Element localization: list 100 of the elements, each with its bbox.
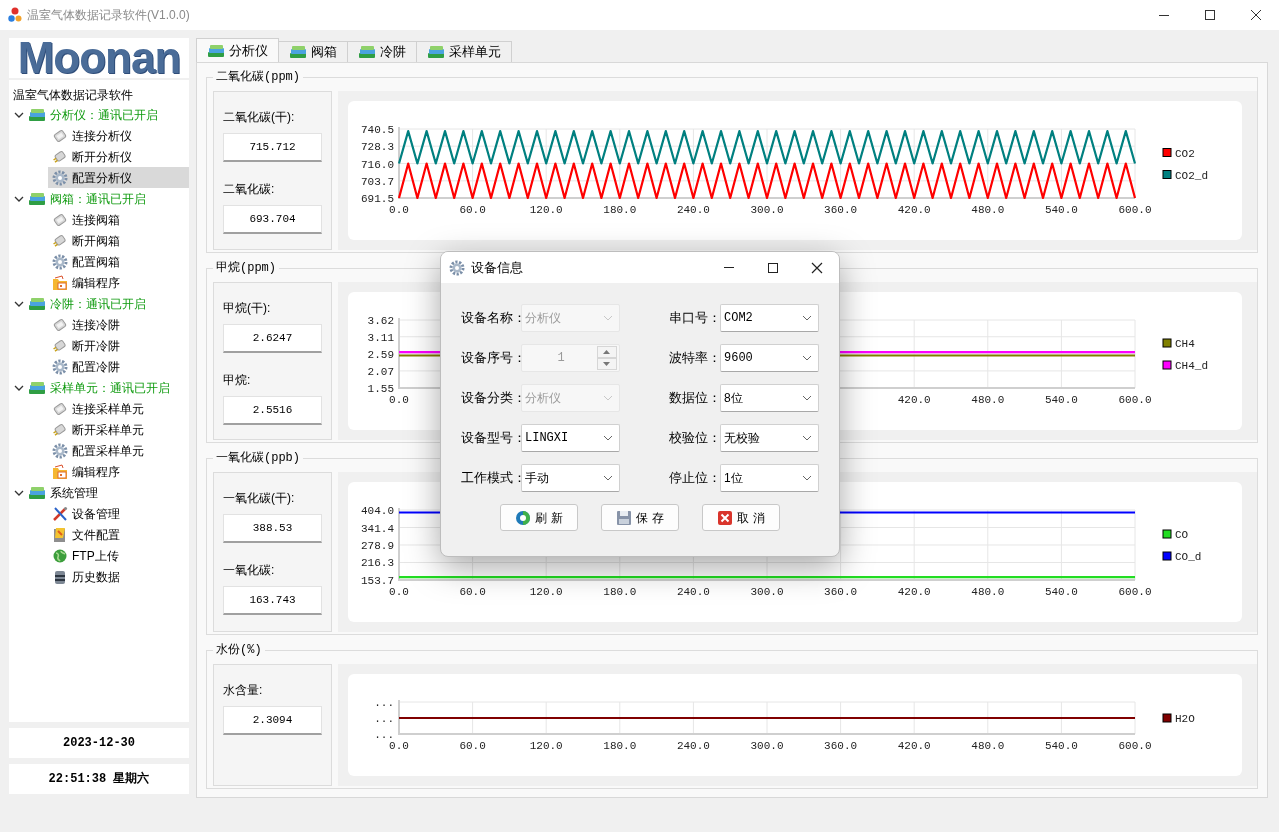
combo-box[interactable]: 8位	[720, 384, 819, 412]
gear-icon	[52, 358, 68, 375]
tick-label: 0.0	[389, 394, 409, 406]
tick-label: 3.11	[367, 331, 394, 344]
tree-item[interactable]: 配置阀箱	[48, 251, 189, 272]
tree-item[interactable]: 冷阱：通讯已开启	[9, 293, 189, 314]
tree-item[interactable]: 编辑程序	[48, 461, 189, 482]
reading-label: 一氧化碳:	[223, 562, 276, 579]
gear-icon	[52, 253, 68, 270]
folder-icon	[52, 463, 68, 480]
tick-label: 120.0	[529, 740, 563, 752]
tick-label: 360.0	[824, 204, 858, 216]
tab[interactable]: 采样单元	[416, 41, 512, 62]
reading-value: 2.6247	[223, 324, 322, 353]
tick-label: 2.07	[367, 365, 394, 378]
tree-item[interactable]: 阀箱：通讯已开启	[9, 188, 189, 209]
field-label: 波特率：	[669, 349, 720, 368]
minimize-icon	[724, 267, 734, 268]
books-icon	[28, 296, 46, 311]
caret-icon	[603, 395, 613, 401]
logo: Moonan	[17, 38, 181, 78]
tick-label: 180.0	[603, 740, 637, 752]
tick-label: 60.0	[459, 586, 486, 598]
date-label: 2023-12-30	[9, 728, 189, 758]
reading-label: 一氧化碳(干):	[223, 490, 296, 507]
tree-item[interactable]: 文件配置	[48, 524, 189, 545]
refresh-button[interactable]: 刷 新	[500, 504, 578, 531]
tree-item[interactable]: 系统管理	[9, 482, 189, 503]
tree-item[interactable]: 分析仪：通讯已开启	[9, 104, 189, 125]
field-label: 校验位：	[669, 429, 720, 448]
field-label: 工作模式：	[461, 469, 521, 488]
tree-item[interactable]: 断开采样单元	[48, 419, 189, 440]
app-icon	[8, 7, 22, 23]
maximize-icon	[1203, 9, 1217, 21]
tick-label: 728.3	[361, 141, 394, 154]
books-icon	[28, 191, 46, 206]
tick-label: 716.0	[361, 158, 394, 171]
legend-label: CH4_d	[1175, 360, 1208, 372]
group-title: 水份(%)	[213, 642, 265, 658]
maximize-icon	[766, 261, 780, 274]
reading-label: 二氧化碳(干):	[223, 109, 296, 126]
books-icon	[28, 107, 46, 122]
tick-label: 0.0	[389, 740, 409, 752]
reading-value: 2.3094	[223, 706, 322, 735]
combo-box[interactable]: 1位	[720, 464, 819, 492]
tree-item[interactable]: 断开冷阱	[48, 335, 189, 356]
tick-label: 600.0	[1118, 740, 1152, 752]
caret-icon	[802, 475, 812, 481]
tree-item[interactable]: 断开阀箱	[48, 230, 189, 251]
books-icon	[289, 45, 307, 59]
tree-item[interactable]: 编辑程序	[48, 272, 189, 293]
combo-box[interactable]: LINGXI	[521, 424, 620, 452]
reading-label: 甲烷(干):	[223, 300, 272, 317]
field-label: 数据位：	[669, 389, 720, 408]
time-label: 22:51:38 星期六	[9, 764, 189, 794]
tree-item[interactable]: 连接分析仪	[48, 125, 189, 146]
combo-box[interactable]: 无校验	[720, 424, 819, 452]
tick-label: 600.0	[1118, 586, 1152, 598]
reading-value: 693.704	[223, 205, 322, 234]
tree-item[interactable]: 连接阀箱	[48, 209, 189, 230]
tick-label: ...	[374, 729, 394, 741]
tick-label: 1.55	[367, 383, 394, 395]
tree-item[interactable]: 采样单元：通讯已开启	[9, 377, 189, 398]
tick-label: 740.5	[361, 124, 394, 136]
combo-box[interactable]: 手动	[521, 464, 620, 492]
tree-item[interactable]: 配置分析仪	[48, 167, 189, 188]
caret-icon	[802, 355, 812, 361]
tree-item[interactable]: 配置采样单元	[48, 440, 189, 461]
tree-item[interactable]: 配置冷阱	[48, 356, 189, 377]
minimize-icon	[1159, 14, 1169, 16]
combo-box[interactable]: COM2	[720, 304, 819, 332]
field-label: 设备名称：	[461, 309, 521, 328]
reading-label: 甲烷:	[223, 372, 252, 389]
tick-label: 300.0	[750, 586, 784, 598]
tree-item[interactable]: 设备管理	[48, 503, 189, 524]
gear-icon	[52, 169, 68, 186]
books-icon	[358, 45, 376, 59]
field-label: 设备分类：	[461, 389, 521, 408]
tick-label: 540.0	[1044, 740, 1078, 752]
tree-item[interactable]: FTP上传	[48, 545, 189, 566]
tab[interactable]: 分析仪	[196, 38, 279, 62]
field-label: 串口号：	[669, 309, 720, 328]
tick-label: 60.0	[459, 204, 486, 216]
books-icon	[207, 43, 225, 58]
save-button[interactable]: 保 存	[601, 504, 679, 531]
close-icon	[1249, 9, 1263, 21]
cancel-button[interactable]: 取 消	[702, 504, 780, 531]
tick-label: 420.0	[897, 586, 931, 598]
gear-icon	[449, 259, 465, 276]
caret-icon	[802, 395, 812, 401]
tick-label: 0.0	[389, 204, 409, 216]
group-title: 二氧化碳(ppm)	[213, 69, 303, 85]
tree-item[interactable]: 连接冷阱	[48, 314, 189, 335]
tree-item[interactable]: 连接采样单元	[48, 398, 189, 419]
tree-item[interactable]: 断开分析仪	[48, 146, 189, 167]
legend-label: CO	[1175, 529, 1189, 541]
tree-item[interactable]: 历史数据	[48, 566, 189, 587]
combo-box[interactable]: 9600	[720, 344, 819, 372]
tick-label: 691.5	[361, 193, 394, 205]
tick-label: 120.0	[529, 204, 563, 216]
